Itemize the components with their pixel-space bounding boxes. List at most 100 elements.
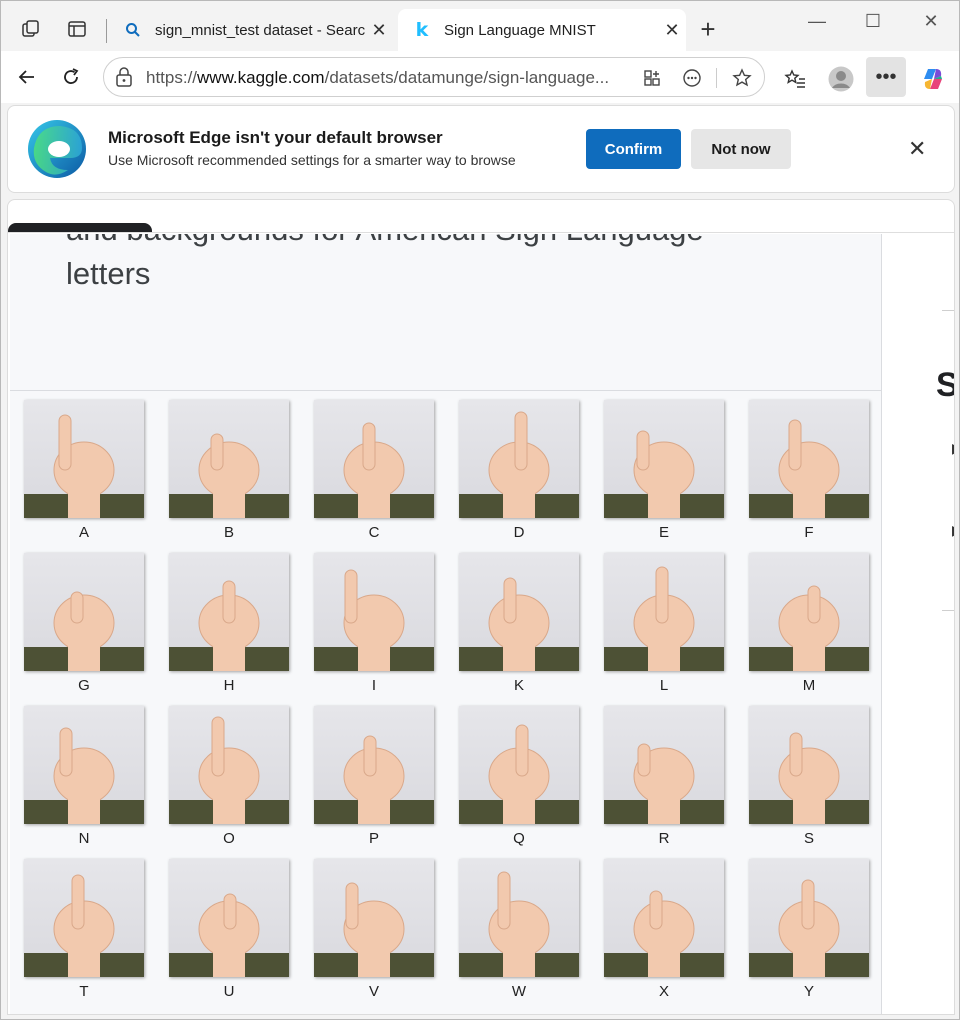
hand-sign-image <box>314 553 434 671</box>
divider <box>8 232 954 233</box>
hand-sign-image <box>169 400 289 518</box>
hand-sign-image <box>604 706 724 824</box>
app-available-icon[interactable] <box>640 66 664 90</box>
hand-sign-image <box>604 553 724 671</box>
vertical-tabs-icon[interactable] <box>61 13 93 45</box>
settings-more-icon[interactable]: ••• <box>866 57 906 97</box>
hand-sign-image <box>749 553 869 671</box>
sign-letter-label: N <box>78 830 90 847</box>
sign-card: H <box>169 553 289 694</box>
hand-sign-image <box>459 553 579 671</box>
kaggle-k-icon: k <box>415 19 429 41</box>
sign-letter-label: B <box>223 524 234 541</box>
sign-card: L <box>604 553 724 694</box>
workspaces-icon[interactable] <box>15 13 47 45</box>
sign-letter-label: Q <box>513 830 525 847</box>
sign-letter-label: I <box>371 677 377 694</box>
tab-search[interactable]: sign_mnist_test dataset - Search ✕ <box>109 9 393 51</box>
divider <box>716 68 717 88</box>
hand-sign-image <box>314 859 434 977</box>
hand-sign-image <box>24 859 144 977</box>
copilot-icon[interactable] <box>915 61 951 97</box>
sign-letter-label: X <box>658 983 669 1000</box>
navigation-bar: https://www.kaggle.com/datasets/datamung… <box>1 51 959 103</box>
sign-card: B <box>169 400 289 541</box>
banner-subtitle: Use Microsoft recommended settings for a… <box>108 152 516 168</box>
new-tab-button[interactable]: + <box>693 15 723 45</box>
sign-card: N <box>24 706 144 847</box>
sign-card: X <box>604 859 724 1000</box>
hand-sign-image <box>459 859 579 977</box>
expand-arrow-icon[interactable]: ▶ <box>952 440 954 457</box>
sign-card: I <box>314 553 434 694</box>
sign-card: G <box>24 553 144 694</box>
dataset-subtitle-line1: and backgrounds for American Sign Langua… <box>66 234 704 248</box>
close-icon[interactable]: ✕ <box>908 136 926 162</box>
sign-card: E <box>604 400 724 541</box>
more-options-circle-icon[interactable] <box>680 66 704 90</box>
expand-arrow-icon[interactable]: ▶ <box>952 522 954 539</box>
sign-letter-label: O <box>223 830 235 847</box>
favorites-list-icon[interactable] <box>777 61 813 97</box>
sign-letter-label: D <box>513 524 525 541</box>
sign-letter-label: W <box>511 983 527 1000</box>
divider <box>10 390 881 391</box>
profile-avatar-icon[interactable] <box>823 61 859 97</box>
sign-card: A <box>24 400 144 541</box>
hand-sign-image <box>314 706 434 824</box>
sign-card: T <box>24 859 144 1000</box>
refresh-icon[interactable] <box>55 61 87 93</box>
minimize-icon[interactable]: — <box>797 11 837 32</box>
window-close-icon[interactable]: ✕ <box>911 11 951 32</box>
dataset-cover-card: and backgrounds for American Sign Langua… <box>10 234 882 1014</box>
side-heading: S <box>936 366 954 405</box>
not-now-button[interactable]: Not now <box>691 129 791 169</box>
sign-letter-label: R <box>658 830 670 847</box>
page-content: and backgrounds for American Sign Langua… <box>7 199 955 1015</box>
sign-letter-label: C <box>368 524 380 541</box>
sign-card: Y <box>749 859 869 1000</box>
hand-sign-image <box>604 859 724 977</box>
sign-letter-label: G <box>78 677 90 694</box>
hand-sign-image <box>459 706 579 824</box>
confirm-button[interactable]: Confirm <box>586 129 681 169</box>
sign-letter-label: S <box>803 830 814 847</box>
address-bar[interactable]: https://www.kaggle.com/datasets/datamung… <box>103 57 765 97</box>
sign-letter-label: Y <box>803 983 814 1000</box>
divider <box>942 610 954 611</box>
sign-card: P <box>314 706 434 847</box>
sign-letter-label: H <box>223 677 235 694</box>
tab-strip: sign_mnist_test dataset - Search ✕ k Sig… <box>1 1 959 57</box>
tab-separator <box>106 19 107 43</box>
sign-letter-label: T <box>79 983 89 1000</box>
hand-sign-image <box>169 859 289 977</box>
sign-letter-label: E <box>658 524 669 541</box>
lock-icon[interactable] <box>114 66 134 93</box>
hand-sign-image <box>169 553 289 671</box>
sign-letter-label: K <box>513 677 524 694</box>
tab-kaggle[interactable]: k Sign Language MNIST ✕ <box>398 9 686 51</box>
sign-card: V <box>314 859 434 1000</box>
back-icon[interactable] <box>11 61 43 93</box>
tab-title: Sign Language MNIST <box>444 21 596 39</box>
sign-card: W <box>459 859 579 1000</box>
maximize-icon[interactable]: ☐ <box>853 11 893 32</box>
hand-sign-image <box>24 706 144 824</box>
close-icon[interactable]: ✕ <box>365 20 393 41</box>
hand-sign-image <box>604 400 724 518</box>
hand-sign-image <box>459 400 579 518</box>
hand-sign-image <box>749 706 869 824</box>
close-icon[interactable]: ✕ <box>658 20 686 41</box>
sign-letter-label: L <box>659 677 669 694</box>
browser-window: sign_mnist_test dataset - Search ✕ k Sig… <box>0 0 960 1020</box>
sign-card: Q <box>459 706 579 847</box>
dataset-subtitle-line2: letters <box>66 256 151 291</box>
sign-card: S <box>749 706 869 847</box>
hand-sign-image <box>24 400 144 518</box>
sign-card: C <box>314 400 434 541</box>
edge-logo-icon <box>26 118 88 185</box>
hand-sign-image <box>749 859 869 977</box>
sign-card: U <box>169 859 289 1000</box>
favorite-star-icon[interactable] <box>730 66 754 90</box>
sign-card: F <box>749 400 869 541</box>
